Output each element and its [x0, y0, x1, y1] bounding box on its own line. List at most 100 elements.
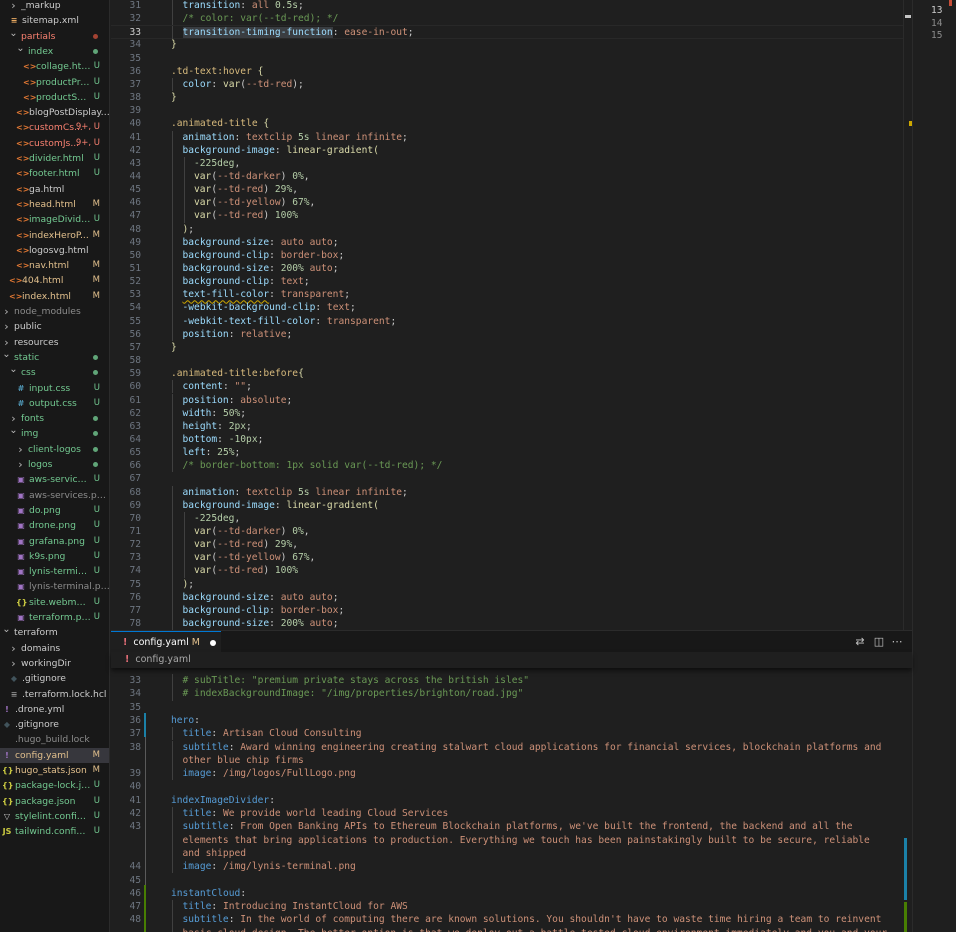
code-line[interactable]: 77 background-clip: border-box; — [111, 603, 912, 618]
code-line[interactable]: 57} — [111, 341, 912, 354]
code-line[interactable]: 75); — [111, 577, 912, 591]
code-line[interactable]: 68 animation: textclip 5s linear infinite… — [111, 485, 912, 499]
explorer-folder[interactable]: › workingDir — [0, 656, 109, 671]
code-line[interactable]: 34} — [111, 38, 912, 51]
explorer-file[interactable]: ▣ aws-services.png~ — [0, 488, 109, 503]
explorer-file[interactable]: <>nav.html M — [0, 258, 109, 273]
code-line[interactable]: 47 title: Introducing InstantCloud for AW… — [111, 900, 912, 914]
code-line[interactable]: 66 /* border-bottom: 1px solid var(--td-r… — [111, 459, 912, 473]
explorer-file[interactable]: <>footer.html U — [0, 166, 109, 181]
code-line[interactable]: 50 background-clip: border-box; — [111, 248, 912, 262]
explorer-file[interactable]: # input.css U — [0, 381, 109, 396]
code-line[interactable]: 46 var(--td-yellow) 67%, — [111, 196, 912, 210]
code-line[interactable]: 47 var(--td-red) 100% — [111, 209, 912, 223]
more-actions-icon[interactable]: ⋯ — [890, 635, 904, 649]
explorer-file[interactable]: <>404.html M — [0, 273, 109, 288]
code-line[interactable]: 34 # indexBackgroundImage: "/img/properti… — [111, 687, 912, 701]
code-line[interactable]: 76 background-size: auto auto; — [111, 590, 912, 604]
chevron-down-icon[interactable]: ⌄ — [9, 423, 18, 438]
code-line[interactable]: 33 # subTitle: "premium private stays acr… — [111, 674, 912, 688]
explorer-file[interactable]: ▣ aws-services... U — [0, 472, 109, 487]
explorer-folder[interactable]: ⌄ img — [0, 423, 109, 441]
explorer-folder[interactable]: ⌄ index — [0, 41, 109, 59]
code-line[interactable]: 33 transition-timing-function: ease-in-ou… — [111, 25, 912, 40]
code-line[interactable]: 42 title: We provide world leading Cloud … — [111, 807, 912, 821]
chevron-right-icon[interactable]: › — [16, 457, 25, 472]
explorer-folder[interactable]: ⌄ terraform — [0, 622, 109, 640]
code-line[interactable]: 48 subtitle: In the world of computing th… — [111, 913, 912, 927]
code-line[interactable]: 36 hero: — [111, 714, 912, 727]
chevron-right-icon[interactable]: › — [9, 641, 18, 656]
code-line[interactable]: 31 transition: all 0.5s; — [111, 0, 912, 13]
explorer-file[interactable]: <>logosvg.html — [0, 243, 109, 258]
code-line[interactable]: 41 indexImageDivider: — [111, 794, 912, 807]
split-editor-icon[interactable]: ◫ — [872, 635, 886, 649]
code-line[interactable]: 49 background-size: auto auto; — [111, 235, 912, 249]
code-line[interactable]: 48); — [111, 222, 912, 236]
code-line[interactable]: 35 — [111, 701, 912, 714]
code-line[interactable]: 43 -225deg, — [111, 156, 912, 170]
code-line[interactable]: 40 .animated-title { — [111, 117, 912, 130]
explorer-file[interactable]: {} package-lock.js... U — [0, 778, 109, 793]
code-line[interactable]: 73 var(--td-yellow) 67%, — [111, 551, 912, 565]
code-line[interactable]: 37 title: Artisan Cloud Consulting — [111, 727, 912, 741]
code-line[interactable]: 60 content: ""; — [111, 380, 912, 394]
explorer-file[interactable]: <>ga.html — [0, 182, 109, 197]
chevron-right-icon[interactable]: › — [2, 319, 11, 334]
code-line[interactable]: 44 image: /img/lynis-terminal.png — [111, 860, 912, 874]
code-line[interactable]: 44 var(--td-darker) 0%, — [111, 169, 912, 184]
code-line[interactable]: 53 text-fill-color: transparent; — [111, 288, 912, 302]
breadcrumb-file[interactable]: config.yaml — [135, 654, 190, 665]
code-line[interactable]: 45 var(--td-red) 29%, — [111, 183, 912, 197]
code-line[interactable]: 39 — [111, 104, 912, 117]
chevron-right-icon[interactable]: › — [9, 656, 18, 671]
chevron-down-icon[interactable]: ⌄ — [2, 347, 11, 362]
code-line[interactable]: 45 — [111, 874, 912, 887]
explorer-file[interactable]: <>imageDivide... U — [0, 212, 109, 227]
code-line[interactable]: 43 subtitle: From Open Banking APIs to Et… — [111, 820, 912, 834]
code-line[interactable]: 35 — [111, 52, 912, 65]
unsaved-dot-icon[interactable] — [209, 639, 216, 646]
explorer-file[interactable]: ≡ .terraform.lock.hcl — [0, 687, 109, 702]
explorer-file[interactable]: ▣ grafana.png U — [0, 534, 109, 549]
explorer-file[interactable]: <>indexHeroP... M — [0, 228, 109, 243]
explorer-folder[interactable]: › client-logos — [0, 442, 109, 457]
chevron-right-icon[interactable]: › — [9, 0, 18, 13]
code-line[interactable]: 70 -225deg, — [111, 511, 912, 525]
explorer-file[interactable]: ▣ terraform.png U — [0, 610, 109, 625]
code-line[interactable]: 52 background-clip: text; — [111, 275, 912, 289]
code-line[interactable]: other blue chip firms — [111, 753, 912, 768]
chevron-down-icon[interactable]: ⌄ — [9, 26, 18, 41]
code-line[interactable]: 42 background-image: linear-gradient( — [111, 143, 912, 157]
code-line[interactable]: 38 subtitle: Award winning engineering cr… — [111, 740, 912, 754]
code-line[interactable]: 46 instantCloud: — [111, 887, 912, 900]
editor-vertical-scrollbar[interactable] — [903, 0, 912, 630]
code-line[interactable]: 56 position: relative; — [111, 327, 912, 341]
explorer-file[interactable]: # output.css U — [0, 396, 109, 411]
chevron-down-icon[interactable]: ⌄ — [2, 622, 11, 637]
code-line[interactable]: 39 image: /img/logos/FullLogo.png — [111, 767, 912, 781]
chevron-down-icon[interactable]: ⌄ — [16, 41, 25, 56]
code-line[interactable]: 58 — [111, 354, 912, 367]
explorer-folder[interactable]: › resources — [0, 335, 109, 350]
code-line[interactable]: 41 animation: textclip 5s linear infinite… — [111, 130, 912, 144]
code-line[interactable]: 71 var(--td-darker) 0%, — [111, 525, 912, 539]
explorer-file[interactable]: ◆ .gitignore — [0, 671, 109, 686]
code-line[interactable]: 64 bottom: -10px; — [111, 432, 912, 447]
explorer-folder[interactable]: ⌄ css — [0, 364, 109, 380]
explorer-file[interactable]: {} hugo_stats.json M — [0, 763, 109, 778]
explorer-folder[interactable]: › public — [0, 319, 109, 334]
explorer-file[interactable]: {} package.json U — [0, 794, 109, 809]
explorer-folder[interactable]: › _markup — [0, 0, 109, 13]
explorer-file[interactable]: <>divider.html U — [0, 151, 109, 166]
explorer-file[interactable]: JS tailwind.config.js U — [0, 824, 109, 839]
explorer-file[interactable]: ▽ stylelint.config.js U — [0, 809, 109, 824]
code-line[interactable]: 59 .animated-title:before{ — [111, 367, 912, 380]
explorer-folder[interactable]: › domains — [0, 641, 109, 656]
code-line[interactable]: 36 .td-text:hover { — [111, 65, 912, 78]
code-line[interactable]: 61 position: absolute; — [111, 393, 912, 407]
breadcrumb[interactable]: ! config.yaml — [111, 652, 912, 668]
chevron-right-icon[interactable]: › — [2, 304, 11, 319]
yaml-editor[interactable]: 33 # subTitle: "premium private stays acr… — [111, 668, 912, 932]
chevron-right-icon[interactable]: › — [16, 442, 25, 457]
